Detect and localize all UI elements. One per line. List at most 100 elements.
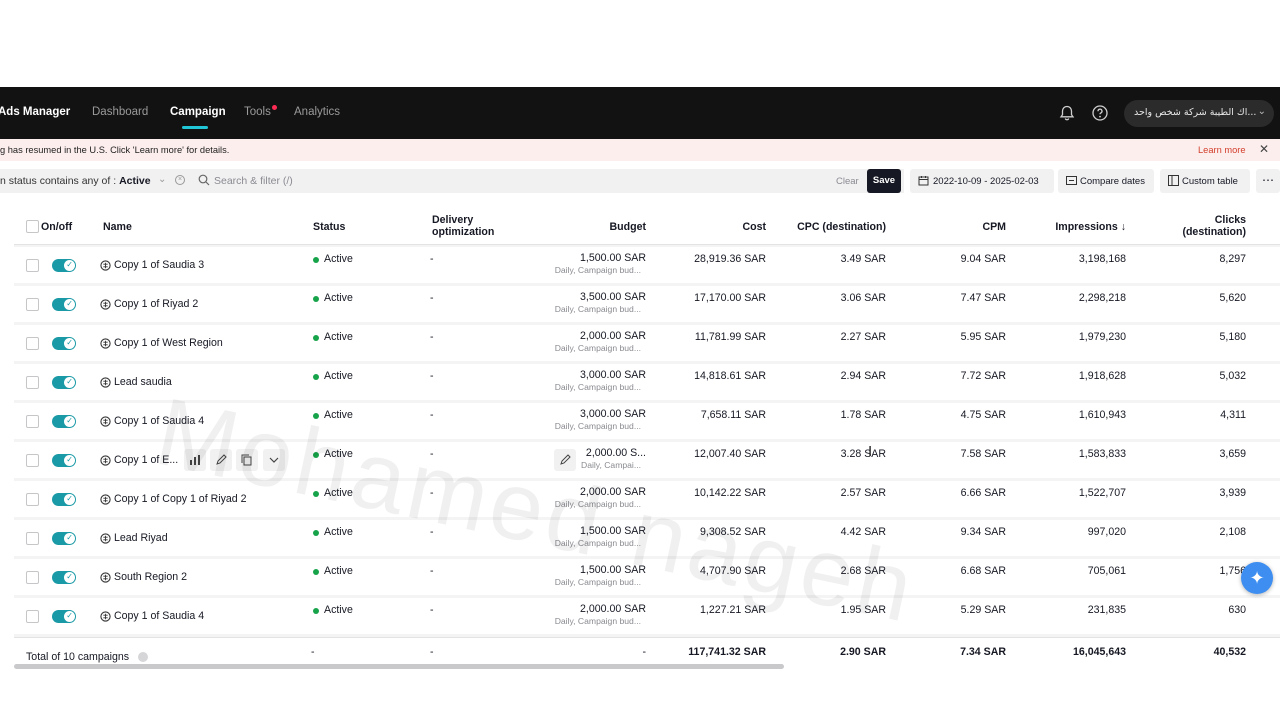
notice-banner: g has resumed in the U.S. Click 'Learn m… bbox=[0, 139, 1280, 161]
horizontal-scrollbar[interactable] bbox=[14, 664, 784, 669]
cpm-value: 5.29 SAR bbox=[960, 604, 1006, 616]
delivery-value: - bbox=[430, 370, 434, 382]
date-range-button[interactable]: 2022-10-09 - 2025-02-03 bbox=[910, 169, 1054, 193]
row-checkbox[interactable] bbox=[26, 571, 39, 584]
table-row[interactable]: ✓ Copy 1 of Saudia 3 Active - 1,500.00 SAR Da… bbox=[14, 247, 1280, 283]
table-row[interactable]: ✓ Copy 1 of E... Active -2,000.00 S... Daily… bbox=[14, 442, 1280, 478]
header-cpm[interactable]: CPM bbox=[906, 221, 1006, 233]
onoff-toggle[interactable]: ✓ bbox=[52, 493, 76, 506]
more-options-button[interactable]: ⋯ bbox=[1256, 169, 1280, 193]
status-filter-chip[interactable]: n status contains any of : Active ⌄ × bbox=[0, 169, 192, 193]
budget-value: 1,500.00 SAR bbox=[580, 525, 646, 537]
total-cpm: 7.34 SAR bbox=[960, 646, 1006, 658]
header-cpc[interactable]: CPC (destination) bbox=[766, 221, 886, 233]
edit-icon[interactable] bbox=[210, 449, 232, 471]
clear-button[interactable]: Clear bbox=[836, 176, 859, 187]
row-checkbox[interactable] bbox=[26, 493, 39, 506]
onoff-toggle[interactable]: ✓ bbox=[52, 337, 76, 350]
text-cursor-icon: I bbox=[868, 443, 873, 460]
row-checkbox[interactable] bbox=[26, 532, 39, 545]
search-icon bbox=[198, 174, 210, 186]
row-checkbox[interactable] bbox=[26, 259, 39, 272]
header-budget[interactable]: Budget bbox=[546, 221, 646, 233]
table-row[interactable]: ✓ Lead Riyad Active - 1,500.00 SAR Daily, Cam… bbox=[14, 520, 1280, 556]
onoff-toggle[interactable]: ✓ bbox=[52, 298, 76, 311]
header-status[interactable]: Status bbox=[313, 221, 345, 233]
header-clicks[interactable]: Clicks (destination) bbox=[1146, 214, 1246, 238]
delivery-value: - bbox=[430, 409, 434, 421]
table-row[interactable]: ✓ South Region 2 Active - 1,500.00 SAR Daily,… bbox=[14, 559, 1280, 595]
close-icon[interactable]: ✕ bbox=[1259, 142, 1269, 156]
row-checkbox[interactable] bbox=[26, 298, 39, 311]
onoff-toggle[interactable]: ✓ bbox=[52, 259, 76, 272]
campaign-name[interactable]: Copy 1 of Riyad 2 bbox=[114, 298, 198, 310]
onoff-toggle[interactable]: ✓ bbox=[52, 610, 76, 623]
account-selector[interactable]: اك الطيبة شركة شخص واحد... ⌄ bbox=[1124, 100, 1274, 127]
view-chart-icon[interactable] bbox=[184, 449, 206, 471]
header-cost[interactable]: Cost bbox=[666, 221, 766, 233]
learn-more-link[interactable]: Learn more bbox=[1198, 145, 1246, 155]
help-icon[interactable] bbox=[1091, 104, 1109, 122]
custom-table-button[interactable]: Custom table bbox=[1160, 169, 1250, 193]
header-name[interactable]: Name bbox=[103, 221, 132, 233]
row-checkbox[interactable] bbox=[26, 337, 39, 350]
campaign-name[interactable]: South Region 2 bbox=[114, 571, 187, 583]
clicks-value: 5,032 bbox=[1219, 370, 1246, 382]
onoff-toggle[interactable]: ✓ bbox=[52, 415, 76, 428]
header-impressions[interactable]: Impressions ↓ bbox=[1016, 221, 1126, 233]
onoff-toggle[interactable]: ✓ bbox=[52, 454, 76, 467]
notification-dot bbox=[271, 105, 277, 110]
compare-dates-button[interactable]: Compare dates bbox=[1058, 169, 1154, 193]
remove-filter-icon[interactable]: × bbox=[175, 175, 185, 185]
filter-value: Active bbox=[119, 175, 151, 187]
status-dot bbox=[313, 296, 319, 302]
campaign-name[interactable]: Copy 1 of Saudia 4 bbox=[114, 610, 204, 622]
tab-tools[interactable]: Tools bbox=[244, 105, 277, 118]
campaign-name[interactable]: Copy 1 of Saudia 3 bbox=[114, 259, 204, 271]
campaign-name[interactable]: Lead saudia bbox=[114, 376, 172, 388]
search-input[interactable]: Search & filter (/) bbox=[192, 169, 904, 193]
chevron-down-icon[interactable] bbox=[263, 449, 285, 471]
save-button[interactable]: Save bbox=[867, 169, 901, 193]
tab-campaign[interactable]: Campaign bbox=[170, 106, 226, 129]
row-checkbox[interactable] bbox=[26, 454, 39, 467]
table-row[interactable]: ✓ Copy 1 of Saudia 4 Active - 3,000.00 SAR Da… bbox=[14, 403, 1280, 439]
onoff-toggle[interactable]: ✓ bbox=[52, 376, 76, 389]
status-text: Active bbox=[324, 370, 353, 382]
campaign-name[interactable]: Lead Riyad bbox=[114, 532, 168, 544]
status-text: Active bbox=[324, 448, 353, 460]
status-text: Active bbox=[324, 565, 353, 577]
campaign-name[interactable]: Copy 1 of Copy 1 of Riyad 2 bbox=[114, 493, 247, 505]
assistant-sparkle-icon[interactable]: ✦ bbox=[1241, 562, 1273, 594]
edit-budget-icon[interactable] bbox=[554, 449, 576, 471]
table-row[interactable]: ✓ Copy 1 of Saudia 4 Active - 2,000.00 SAR Da… bbox=[14, 598, 1280, 634]
budget-type: Daily, Campaign bud... bbox=[554, 499, 641, 509]
tab-tools-label: Tools bbox=[244, 106, 271, 118]
active-tab-indicator bbox=[182, 126, 208, 129]
header-onoff[interactable]: On/off bbox=[41, 221, 72, 233]
tab-analytics[interactable]: Analytics bbox=[294, 106, 340, 118]
cost-value: 12,007.40 SAR bbox=[694, 448, 766, 460]
table-row[interactable]: ✓ Copy 1 of Copy 1 of Riyad 2 Active - 2,000… bbox=[14, 481, 1280, 517]
tab-dashboard[interactable]: Dashboard bbox=[92, 106, 148, 118]
row-checkbox[interactable] bbox=[26, 415, 39, 428]
onoff-toggle[interactable]: ✓ bbox=[52, 571, 76, 584]
onoff-toggle[interactable]: ✓ bbox=[52, 532, 76, 545]
campaign-icon bbox=[100, 377, 111, 388]
row-checkbox[interactable] bbox=[26, 376, 39, 389]
app-frame: Ads Manager Dashboard Campaign Tools Ana… bbox=[0, 87, 1280, 679]
table-row[interactable]: ✓ Lead saudia Active - 3,000.00 SAR Daily, Ca… bbox=[14, 364, 1280, 400]
row-checkbox[interactable] bbox=[26, 610, 39, 623]
select-all-checkbox[interactable] bbox=[26, 220, 39, 233]
table-row[interactable]: ✓ Copy 1 of Riyad 2 Active - 3,500.00 SAR Dai… bbox=[14, 286, 1280, 322]
cpc-value: 1.95 SAR bbox=[840, 604, 886, 616]
header-delivery[interactable]: Delivery optimization bbox=[432, 214, 494, 238]
campaign-name[interactable]: Copy 1 of Saudia 4 bbox=[114, 415, 204, 427]
columns-icon bbox=[1168, 175, 1179, 186]
table-row[interactable]: ✓ Copy 1 of West Region Active - 2,000.00 SA… bbox=[14, 325, 1280, 361]
duplicate-icon[interactable] bbox=[236, 449, 258, 471]
cpm-value: 7.72 SAR bbox=[960, 370, 1006, 382]
bell-icon[interactable] bbox=[1058, 104, 1076, 122]
campaign-name[interactable]: Copy 1 of E... bbox=[114, 454, 178, 466]
campaign-name[interactable]: Copy 1 of West Region bbox=[114, 337, 223, 349]
